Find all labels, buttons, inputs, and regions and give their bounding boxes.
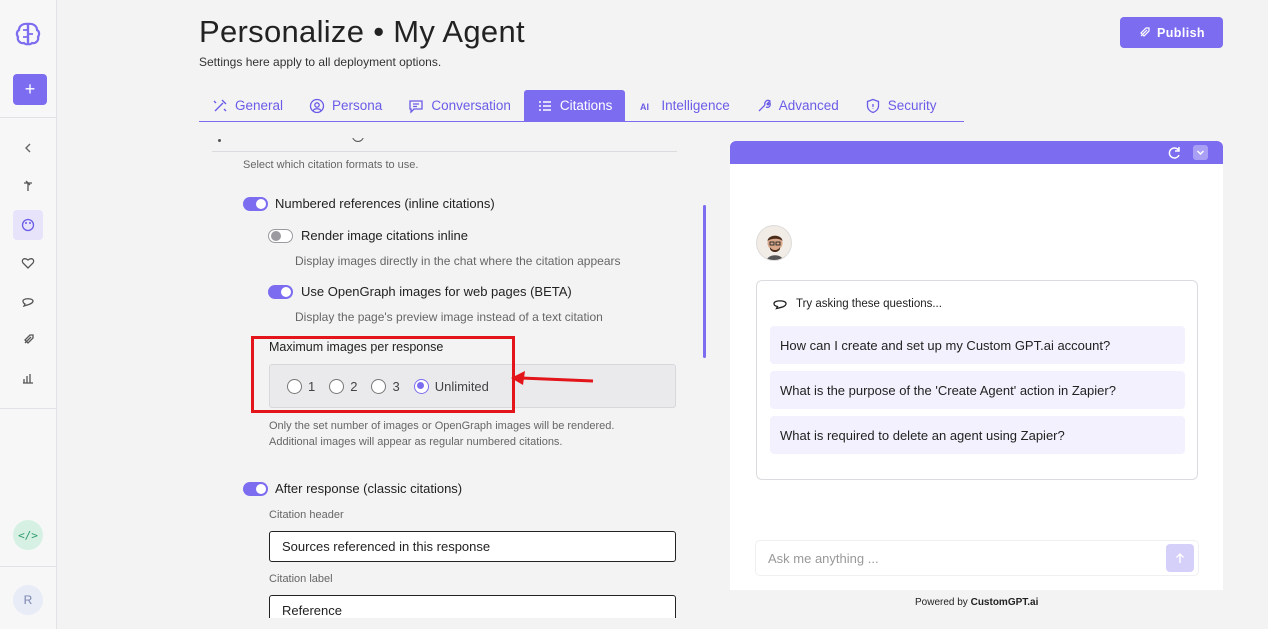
page-title: Personalize • My Agent bbox=[199, 14, 525, 49]
user-avatar[interactable]: R bbox=[13, 585, 43, 615]
tab-advanced[interactable]: Advanced bbox=[743, 90, 852, 121]
info-icon bbox=[352, 138, 364, 142]
tab-general-label: General bbox=[235, 98, 284, 113]
arrow-up-icon bbox=[1176, 553, 1184, 563]
after-response-label: After response (classic citations) bbox=[275, 481, 463, 496]
powered-by-brand[interactable]: CustomGPT.ai bbox=[971, 597, 1039, 608]
settings-scrollbar[interactable] bbox=[703, 205, 706, 358]
render-inline-label: Render image citations inline bbox=[301, 228, 468, 243]
render-inline-desc: Display images directly in the chat wher… bbox=[295, 254, 621, 268]
max-images-note-line2: Additional images will appear as regular… bbox=[269, 436, 563, 448]
opengraph-toggle[interactable] bbox=[268, 285, 293, 299]
embed-code-button[interactable]: </> bbox=[13, 520, 43, 550]
after-response-toggle[interactable] bbox=[243, 482, 268, 496]
build-icon[interactable] bbox=[13, 171, 43, 201]
user-circle-icon bbox=[309, 98, 325, 113]
numbered-references-toggle[interactable] bbox=[243, 197, 268, 211]
suggested-question[interactable]: How can I create and set up my Custom GP… bbox=[770, 326, 1185, 364]
max-images-note: Only the set number of images or OpenGra… bbox=[269, 418, 669, 450]
opengraph-label: Use OpenGraph images for web pages (BETA… bbox=[301, 284, 572, 299]
opengraph-desc: Display the page's preview image instead… bbox=[295, 310, 603, 324]
powered-by-prefix: Powered by bbox=[915, 597, 968, 608]
citations-icon bbox=[538, 100, 551, 111]
new-agent-button[interactable]: + bbox=[13, 74, 47, 105]
publish-label: Publish bbox=[1157, 25, 1205, 40]
citation-header-input[interactable]: Sources referenced in this response bbox=[269, 531, 676, 562]
chat-input[interactable]: Ask me anything ... bbox=[756, 541, 1198, 575]
analytics-icon[interactable] bbox=[13, 363, 43, 393]
tab-citations[interactable]: Citations bbox=[523, 90, 626, 121]
annotation-arrow-icon bbox=[511, 371, 594, 385]
rocket-icon bbox=[1140, 26, 1150, 37]
page-subtitle: Settings here apply to all deployment op… bbox=[199, 55, 442, 69]
preview-header-bar bbox=[730, 141, 1223, 164]
tab-general[interactable]: General bbox=[199, 90, 296, 121]
refresh-icon[interactable] bbox=[1166, 145, 1182, 161]
chat-preview: Try asking these questions... How can I … bbox=[730, 141, 1223, 590]
tab-conversation-label: Conversation bbox=[431, 98, 511, 113]
suggested-questions-heading: Try asking these questions... bbox=[796, 298, 942, 310]
tab-persona-label: Persona bbox=[332, 98, 383, 113]
citation-label-label: Citation label bbox=[269, 573, 333, 585]
heart-icon[interactable] bbox=[13, 248, 43, 278]
shield-icon bbox=[866, 98, 879, 113]
powered-by: Powered by CustomGPT.ai bbox=[915, 597, 1038, 608]
send-button[interactable] bbox=[1166, 544, 1194, 572]
suggested-question[interactable]: What is required to delete an agent usin… bbox=[770, 416, 1185, 454]
wrench-icon bbox=[758, 99, 771, 111]
chat-bubble-icon bbox=[773, 300, 787, 310]
tab-conversation[interactable]: Conversation bbox=[395, 90, 524, 121]
palette-icon[interactable] bbox=[13, 210, 43, 240]
numbered-references-label: Numbered references (inline citations) bbox=[275, 196, 495, 211]
suggested-questions-box: Try asking these questions... How can I … bbox=[756, 280, 1198, 480]
tab-persona[interactable]: Persona bbox=[296, 90, 395, 121]
chat-icon bbox=[409, 99, 423, 114]
citation-settings-panel: Select which citation formats to use. Nu… bbox=[199, 138, 709, 618]
max-images-note-line1: Only the set number of images or OpenGra… bbox=[269, 420, 615, 432]
citation-label-input[interactable]: Reference bbox=[269, 595, 676, 618]
tab-intelligence-label: Intelligence bbox=[661, 98, 730, 113]
tab-advanced-label: Advanced bbox=[778, 98, 839, 113]
tab-security-label: Security bbox=[887, 98, 937, 113]
tab-security[interactable]: Security bbox=[852, 90, 950, 121]
tab-intelligence[interactable]: AI Intelligence bbox=[625, 90, 742, 121]
chevron-down-icon[interactable] bbox=[1193, 145, 1208, 160]
suggested-question[interactable]: What is the purpose of the 'Create Agent… bbox=[770, 371, 1185, 409]
collapse-icon[interactable] bbox=[13, 133, 43, 163]
render-inline-toggle[interactable] bbox=[268, 229, 293, 243]
formats-description: Select which citation formats to use. bbox=[243, 159, 419, 171]
chat-input-placeholder: Ask me anything ... bbox=[768, 551, 879, 566]
section-header[interactable] bbox=[212, 138, 677, 152]
agent-avatar bbox=[756, 225, 792, 261]
svg-text:AI: AI bbox=[640, 102, 649, 112]
chat-icon[interactable] bbox=[13, 287, 43, 317]
magic-icon bbox=[213, 99, 227, 111]
left-rail: + </> R bbox=[0, 0, 57, 629]
citation-header-label: Citation header bbox=[269, 509, 344, 521]
rocket-icon[interactable] bbox=[13, 325, 43, 355]
ai-icon: AI bbox=[640, 102, 649, 112]
publish-button[interactable]: Publish bbox=[1120, 17, 1223, 48]
tab-citations-label: Citations bbox=[559, 98, 613, 113]
brain-logo-icon[interactable] bbox=[14, 20, 42, 48]
suggested-questions-header: Try asking these questions... bbox=[772, 296, 942, 312]
highlight-annotation-box bbox=[251, 336, 515, 413]
settings-tabs: General Persona Conversation Citations A… bbox=[199, 90, 964, 122]
